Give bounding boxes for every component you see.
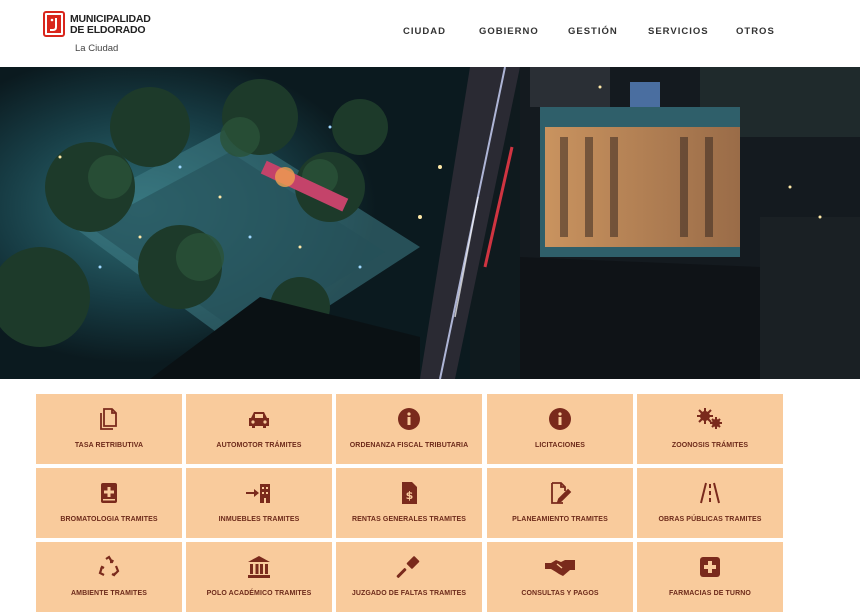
tile-inmuebles[interactable]: INMUEBLES TRAMITES — [186, 468, 332, 538]
tile-label: CONSULTAS Y PAGOS — [521, 590, 599, 597]
tile-automotor-tramites[interactable]: AUTOMOTOR TRÁMITES — [186, 394, 332, 464]
aerial-night-city-photo — [0, 67, 860, 379]
tile-label: PLANEAMIENTO TRAMITES — [512, 516, 608, 523]
tile-label: POLO ACADÉMICO TRAMITES — [206, 590, 312, 597]
car-icon — [186, 406, 332, 432]
tile-juzgado-faltas[interactable]: JUZGADO DE FALTAS TRAMITES — [336, 542, 482, 612]
tile-label: BROMATOLOGIA TRAMITES — [60, 516, 158, 523]
tile-label: INMUEBLES TRAMITES — [218, 516, 300, 523]
tile-label: ZOONOSIS TRÁMITES — [671, 442, 749, 449]
file-edit-icon — [487, 480, 633, 506]
tile-polo-academico[interactable]: POLO ACADÉMICO TRAMITES — [186, 542, 332, 612]
main-nav: CIUDAD GOBIERNO GESTIÓN SERVICIOS OTROS — [0, 26, 860, 40]
documents-icon — [36, 406, 182, 432]
nav-item-servicios[interactable]: SERVICIOS — [648, 26, 709, 37]
medical-cross-icon — [637, 554, 783, 580]
tile-label: TASA RETRIBUTIVA — [74, 442, 144, 449]
svg-text:$: $ — [406, 489, 414, 502]
handshake-icon — [487, 554, 633, 580]
tile-licitaciones[interactable]: LICITACIONES — [487, 394, 633, 464]
tile-ordenanza-fiscal[interactable]: ORDENANZA FISCAL TRIBUTARIA — [336, 394, 482, 464]
tile-label: JUZGADO DE FALTAS TRAMITES — [351, 590, 467, 597]
nav-item-otros[interactable]: OTROS — [736, 26, 775, 37]
tile-label: OBRAS PÚBLICAS TRAMITES — [658, 516, 762, 523]
tile-rentas-generales[interactable]: $ RENTAS GENERALES TRAMITES — [336, 468, 482, 538]
info-icon — [336, 406, 482, 432]
tile-label: ORDENANZA FISCAL TRIBUTARIA — [349, 442, 469, 449]
tile-label: FARMACIAS DE TURNO — [669, 590, 751, 597]
road-icon — [637, 480, 783, 506]
brand-subtitle: La Ciudad — [75, 43, 119, 54]
tile-label: RENTAS GENERALES TRAMITES — [352, 516, 466, 523]
service-tiles-grid: TASA RETRIBUTIVA AUTOMOTOR TRÁMITES ORDE… — [36, 394, 784, 612]
tile-planeamiento[interactable]: PLANEAMIENTO TRAMITES — [487, 468, 633, 538]
nav-item-ciudad[interactable]: CIUDAD — [403, 26, 446, 37]
tile-label: AMBIENTE TRAMITES — [71, 590, 147, 597]
tile-tasa-retributiva[interactable]: TASA RETRIBUTIVA — [36, 394, 182, 464]
tile-farmacias-turno[interactable]: FARMACIAS DE TURNO — [637, 542, 783, 612]
tile-label: LICITACIONES — [534, 442, 586, 449]
tile-consultas-pagos[interactable]: CONSULTAS Y PAGOS — [487, 542, 633, 612]
invoice-dollar-icon: $ — [336, 480, 482, 506]
virus-icon — [637, 406, 783, 432]
tile-obras-publicas[interactable]: OBRAS PÚBLICAS TRAMITES — [637, 468, 783, 538]
landmark-icon — [186, 554, 332, 580]
gavel-icon — [336, 554, 482, 580]
building-arrow-icon — [186, 480, 332, 506]
nav-item-gobierno[interactable]: GOBIERNO — [479, 26, 539, 37]
recycle-icon — [36, 554, 182, 580]
tile-ambiente[interactable]: AMBIENTE TRAMITES — [36, 542, 182, 612]
nav-item-gestion[interactable]: GESTIÓN — [568, 26, 618, 37]
info-icon — [487, 406, 633, 432]
medical-book-icon — [36, 480, 182, 506]
tile-label: AUTOMOTOR TRÁMITES — [216, 442, 302, 449]
site-header: MUNICIPALIDAD DE ELDORADO La Ciudad CIUD… — [0, 0, 860, 67]
tile-bromatologia[interactable]: BROMATOLOGIA TRAMITES — [36, 468, 182, 538]
tile-zoonosis[interactable]: ZOONOSIS TRÁMITES — [637, 394, 783, 464]
